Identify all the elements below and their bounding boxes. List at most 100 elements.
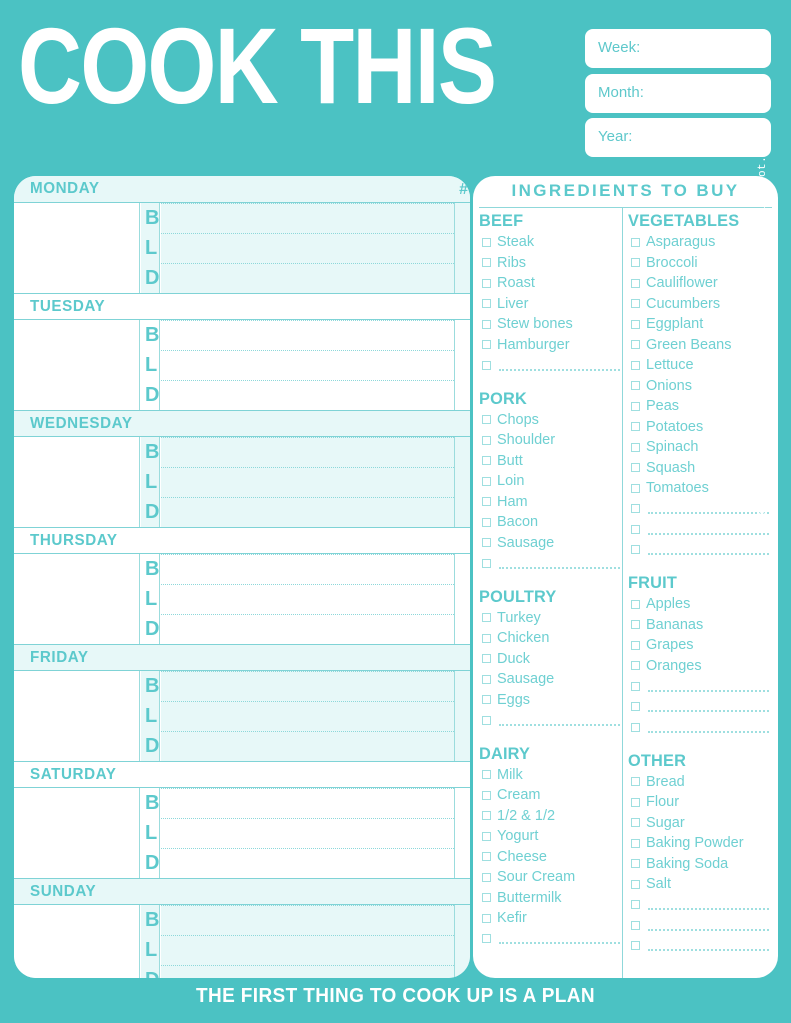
day-notes-cell[interactable] <box>14 203 140 233</box>
checkbox-icon[interactable] <box>631 941 640 950</box>
ingredient-item[interactable]: Cucumbers <box>628 294 771 315</box>
servings-count-cell[interactable] <box>454 848 470 878</box>
ingredient-item[interactable]: Flour <box>628 792 771 813</box>
month-field[interactable]: Month: <box>585 74 771 113</box>
ingredient-item[interactable]: Steak <box>479 232 622 253</box>
checkbox-icon[interactable] <box>482 654 491 663</box>
write-in-line[interactable] <box>648 730 769 733</box>
day-notes-cell[interactable] <box>14 584 140 614</box>
day-notes-cell[interactable] <box>14 848 140 878</box>
checkbox-icon[interactable] <box>482 633 491 643</box>
ingredient-item[interactable]: Apples <box>628 594 771 615</box>
checkbox-icon[interactable] <box>482 811 491 820</box>
servings-count-cell[interactable] <box>454 233 470 263</box>
ingredient-item[interactable]: Oranges <box>628 656 771 677</box>
meal-entry-line[interactable] <box>161 671 454 701</box>
ingredient-item[interactable]: Bacon <box>479 512 622 533</box>
write-in-line[interactable] <box>499 723 620 726</box>
checkbox-icon[interactable] <box>482 852 491 861</box>
ingredient-item[interactable]: 1/2 & 1/2 <box>479 806 622 827</box>
ingredient-blank-item[interactable] <box>479 710 622 731</box>
servings-count-cell[interactable] <box>454 731 470 761</box>
ingredient-item[interactable]: Onions <box>628 376 771 397</box>
write-in-line[interactable] <box>648 907 769 910</box>
meal-entry-line[interactable] <box>161 437 454 467</box>
checkbox-icon[interactable] <box>631 422 640 431</box>
ingredient-item[interactable]: Grapes <box>628 635 771 656</box>
servings-count-cell[interactable] <box>454 935 470 965</box>
checkbox-icon[interactable] <box>631 681 640 691</box>
servings-count-cell[interactable] <box>454 584 470 614</box>
day-notes-cell[interactable] <box>14 233 140 263</box>
servings-count-cell[interactable] <box>454 554 470 584</box>
checkbox-icon[interactable] <box>482 913 491 923</box>
ingredient-blank-item[interactable] <box>628 717 771 738</box>
ingredient-blank-item[interactable] <box>479 553 622 574</box>
servings-count-cell[interactable] <box>454 788 470 818</box>
day-notes-cell[interactable] <box>14 788 140 818</box>
ingredient-blank-item[interactable] <box>479 929 622 950</box>
ingredient-blank-item[interactable] <box>628 676 771 697</box>
day-notes-cell[interactable] <box>14 905 140 935</box>
checkbox-icon[interactable] <box>482 770 491 779</box>
ingredient-item[interactable]: Salt <box>628 874 771 895</box>
checkbox-icon[interactable] <box>482 872 491 882</box>
meal-entry-line[interactable] <box>161 701 454 731</box>
day-notes-cell[interactable] <box>14 935 140 965</box>
checkbox-icon[interactable] <box>631 381 640 390</box>
day-notes-cell[interactable] <box>14 614 140 644</box>
checkbox-icon[interactable] <box>631 442 640 452</box>
checkbox-icon[interactable] <box>631 278 640 288</box>
ingredient-blank-item[interactable] <box>628 915 771 936</box>
ingredient-item[interactable]: Sausage <box>479 533 622 554</box>
servings-count-cell[interactable] <box>454 818 470 848</box>
checkbox-icon[interactable] <box>482 538 491 547</box>
write-in-line[interactable] <box>648 552 769 555</box>
ingredient-blank-item[interactable] <box>628 697 771 718</box>
meal-entry-line[interactable] <box>161 497 454 527</box>
meal-entry-line[interactable] <box>161 203 454 233</box>
checkbox-icon[interactable] <box>482 517 491 527</box>
day-notes-cell[interactable] <box>14 380 140 410</box>
day-notes-cell[interactable] <box>14 818 140 848</box>
day-notes-cell[interactable] <box>14 467 140 497</box>
meal-entry-line[interactable] <box>161 584 454 614</box>
servings-count-cell[interactable] <box>454 467 470 497</box>
checkbox-icon[interactable] <box>482 790 491 800</box>
checkbox-icon[interactable] <box>631 620 640 629</box>
checkbox-icon[interactable] <box>631 299 640 308</box>
ingredient-item[interactable]: Green Beans <box>628 335 771 356</box>
meal-entry-line[interactable] <box>161 263 454 293</box>
checkbox-icon[interactable] <box>631 360 640 370</box>
meal-entry-line[interactable] <box>161 788 454 818</box>
checkbox-icon[interactable] <box>631 504 640 513</box>
meal-entry-line[interactable] <box>161 467 454 497</box>
ingredient-item[interactable]: Kefir <box>479 908 622 929</box>
ingredient-item[interactable]: Eggs <box>479 690 622 711</box>
checkbox-icon[interactable] <box>482 934 491 943</box>
write-in-line[interactable] <box>499 368 620 371</box>
servings-count-cell[interactable] <box>454 614 470 644</box>
ingredient-item[interactable]: Spinach <box>628 437 771 458</box>
checkbox-icon[interactable] <box>631 920 640 930</box>
day-notes-cell[interactable] <box>14 437 140 467</box>
ingredient-blank-item[interactable] <box>628 499 771 520</box>
ingredient-item[interactable]: Baking Soda <box>628 854 771 875</box>
servings-count-cell[interactable] <box>454 263 470 293</box>
ingredient-item[interactable]: Eggplant <box>628 314 771 335</box>
meal-entry-line[interactable] <box>161 233 454 263</box>
checkbox-icon[interactable] <box>482 258 491 267</box>
checkbox-icon[interactable] <box>631 258 640 267</box>
checkbox-icon[interactable] <box>482 435 491 445</box>
ingredient-item[interactable]: Stew bones <box>479 314 622 335</box>
ingredient-blank-item[interactable] <box>628 540 771 561</box>
day-notes-cell[interactable] <box>14 671 140 701</box>
ingredient-item[interactable]: Loin <box>479 471 622 492</box>
day-notes-cell[interactable] <box>14 263 140 293</box>
day-notes-cell[interactable] <box>14 554 140 584</box>
ingredient-item[interactable]: Buttermilk <box>479 888 622 909</box>
checkbox-icon[interactable] <box>631 661 640 670</box>
servings-count-cell[interactable] <box>454 320 470 350</box>
checkbox-icon[interactable] <box>631 319 640 329</box>
ingredient-item[interactable]: Cheese <box>479 847 622 868</box>
